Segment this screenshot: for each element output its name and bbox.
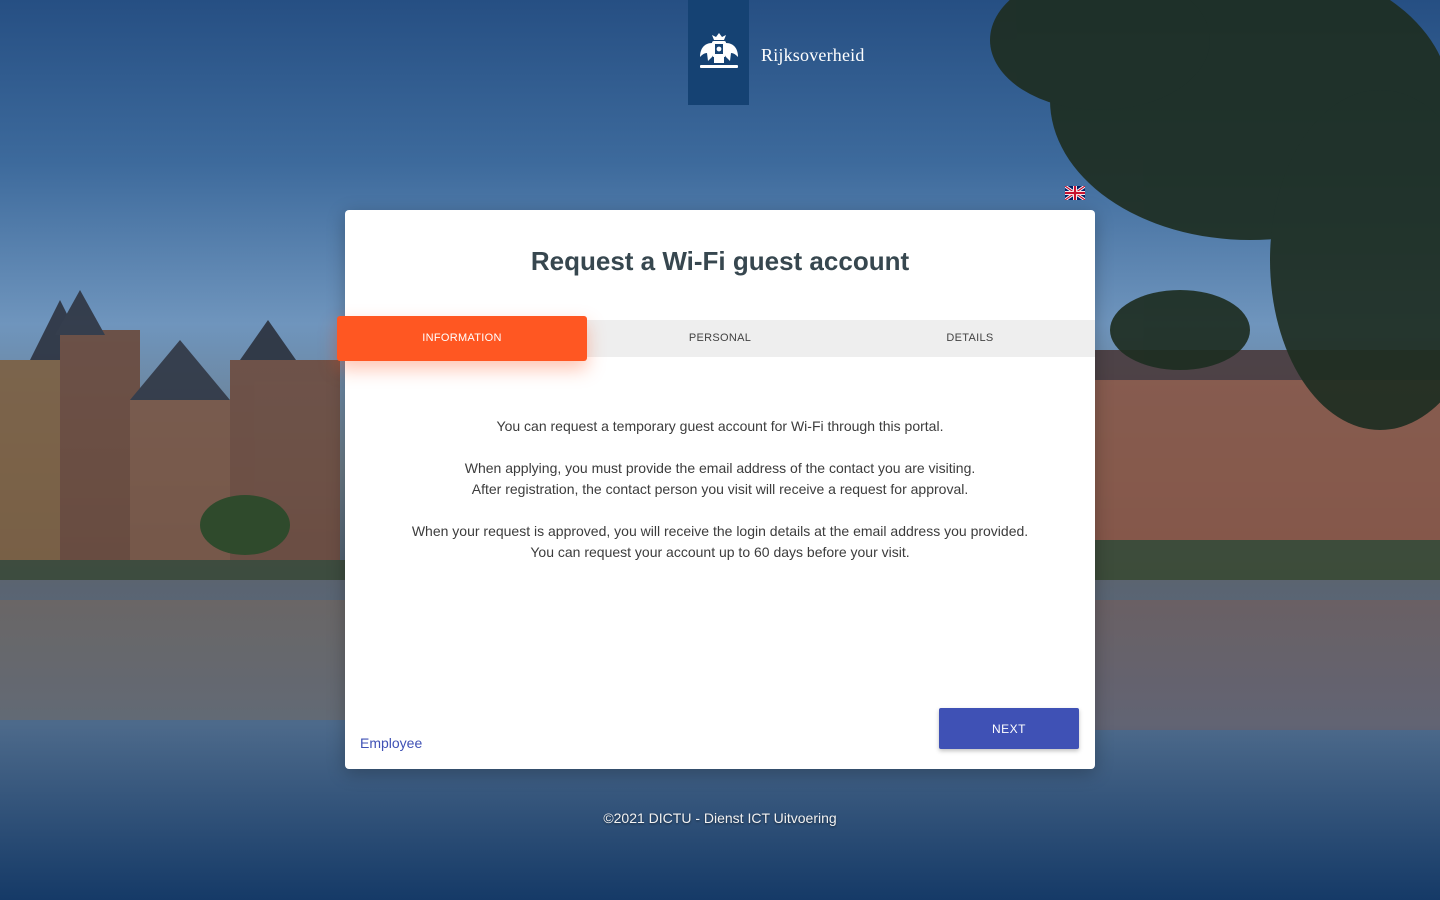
info-line: When your request is approved, you will … <box>411 523 1029 539</box>
info-line: When applying, you must provide the emai… <box>464 460 976 476</box>
next-button[interactable]: NEXT <box>939 708 1079 749</box>
info-line: You can request a temporary guest accoun… <box>496 418 944 434</box>
tree-left <box>200 495 290 555</box>
info-line: You can request your account up to 60 da… <box>530 544 910 560</box>
information-text: You can request a temporary guest accoun… <box>345 416 1095 584</box>
tab-information[interactable]: INFORMATION <box>337 316 587 361</box>
info-paragraph: You can request a temporary guest accoun… <box>345 416 1095 437</box>
page-title: Request a Wi-Fi guest account <box>530 246 910 276</box>
footer-copyright: ©2021 DICTU - Dienst ICT Uitvoering <box>603 810 837 826</box>
info-paragraph: When applying, you must provide the emai… <box>345 458 1095 500</box>
tab-details[interactable]: DETAILS <box>845 320 1095 357</box>
rijksoverheid-logo[interactable] <box>688 0 749 105</box>
brand-name: Rijksoverheid <box>761 45 865 65</box>
wizard-tabs: INFORMATION PERSONAL DETAILS <box>337 316 1095 361</box>
tab-personal[interactable]: PERSONAL <box>595 320 845 357</box>
royal-coat-of-arms-icon <box>699 32 738 68</box>
request-card: Request a Wi-Fi guest account INFORMATIO… <box>337 210 1095 769</box>
uk-flag-icon[interactable] <box>1064 184 1086 202</box>
info-paragraph: When your request is approved, you will … <box>345 521 1095 563</box>
info-line: After registration, the contact person y… <box>471 481 969 497</box>
employee-link[interactable]: Employee <box>360 735 422 751</box>
left-buildings <box>0 290 345 590</box>
